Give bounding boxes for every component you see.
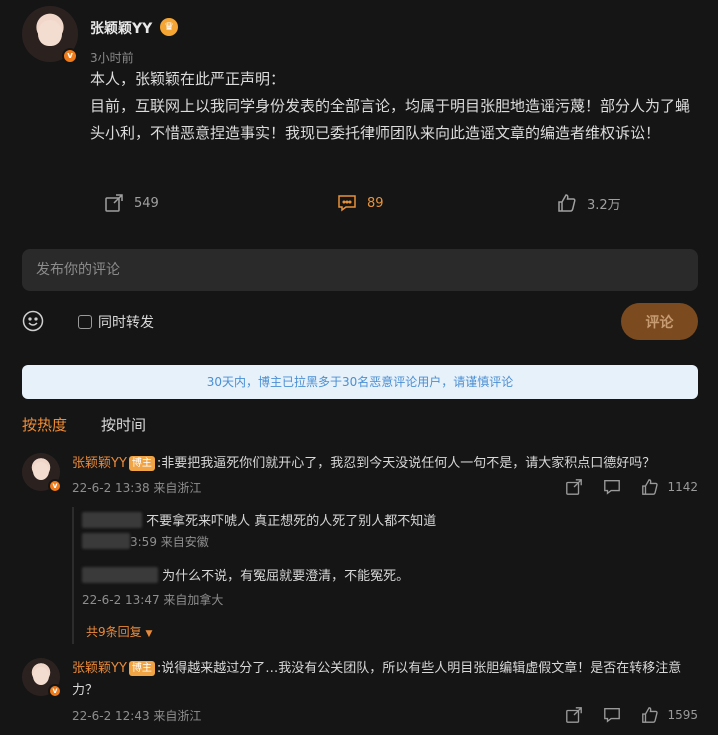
comment-text: 张颖颖YY 博主:非要把我逼死你们就开心了，我忍到今天没说任何人一句不是，请大家积… xyxy=(72,453,692,475)
comment-like-count: 1595 xyxy=(667,708,698,722)
blurred-date xyxy=(82,533,130,549)
reply-text: 不要拿死来吓唬人 真正想死的人死了别人都不知道 xyxy=(146,514,437,529)
crown-icon: ♛ xyxy=(160,18,178,36)
comment-icon[interactable] xyxy=(603,478,621,496)
share-icon xyxy=(105,194,123,212)
blurred-username xyxy=(82,512,142,528)
reply-meta-text: 3:59 来自安徽 xyxy=(130,535,209,549)
reply-meta: 22-6-2 13:47 来自加拿大 xyxy=(82,593,224,607)
forward-checkbox[interactable]: 同时转发 xyxy=(78,312,154,332)
comment-actions: 1595 xyxy=(565,706,698,724)
verified-badge-icon: v xyxy=(48,479,62,493)
share-icon[interactable] xyxy=(565,706,583,724)
post-header: v 张颖颖YY ♛ 3小时前 xyxy=(22,6,702,66)
tab-sort-time[interactable]: 按时间 xyxy=(101,414,146,435)
reply-thread: 不要拿死来吓唬人 真正想死的人死了别人都不知道 3:59 来自安徽 为什么不说，… xyxy=(72,507,698,644)
comment-item: v 张颖颖YY 博主:非要把我逼死你们就开心了，我忍到今天没说任何人一句不是，请大… xyxy=(22,453,698,505)
comment-meta: 22-6-2 12:43 来自浙江 xyxy=(72,709,202,723)
thumbs-up-icon xyxy=(642,707,659,723)
forward-label: 同时转发 xyxy=(98,315,154,331)
checkbox-box[interactable] xyxy=(78,315,92,329)
comment-like-button[interactable]: 1142 xyxy=(641,478,698,496)
chevron-down-icon: ▼ xyxy=(145,629,153,639)
post-text: 本人，张颖颖在此严正声明： 目前，互联网上以我同学身份发表的全部言论，均属于明目… xyxy=(90,66,700,147)
reply-meta: 3:59 来自安徽 xyxy=(82,533,209,550)
comment-input[interactable] xyxy=(22,249,698,291)
comment-item: v 张颖颖YY 博主:说得越来越过分了…我没有公关团队，所以有些人明目张胆编辑虚假… xyxy=(22,658,698,730)
like-button[interactable]: 3.2万 xyxy=(557,188,621,218)
tab-sort-hot[interactable]: 按热度 xyxy=(22,414,67,435)
post-text-lines: 本人，张颖颖在此严正声明： 目前，互联网上以我同学身份发表的全部言论，均属于明目… xyxy=(90,70,691,142)
comment-like-count: 1142 xyxy=(667,480,698,494)
comment-icon xyxy=(338,195,356,212)
post-time: 3小时前 xyxy=(90,51,134,65)
owner-badge: 博主 xyxy=(128,661,155,676)
reply-item: 为什么不说，有冤屈就要澄清，不能冤死。 xyxy=(82,565,409,584)
repost-count: 549 xyxy=(134,195,159,211)
reply-item: 不要拿死来吓唬人 真正想死的人死了别人都不知道 xyxy=(82,510,436,529)
post-actions: 549 89 3.2万 xyxy=(0,188,718,218)
repost-button[interactable]: 549 xyxy=(104,188,159,218)
share-icon[interactable] xyxy=(565,478,583,496)
sort-tabs: 按热度 按时间 xyxy=(22,414,146,435)
comment-icon[interactable] xyxy=(603,706,621,724)
comment-count: 89 xyxy=(367,195,384,211)
blurred-username xyxy=(82,567,158,583)
verified-badge-icon: v xyxy=(48,684,62,698)
submit-comment-button[interactable]: 评论 xyxy=(621,303,698,340)
notice-banner: 30天内，博主已拉黑多于30名恶意评论用户，请谨慎评论 xyxy=(22,365,698,399)
verified-badge-icon: v xyxy=(62,48,78,64)
reply-text: 为什么不说，有冤屈就要澄清，不能冤死。 xyxy=(162,569,410,584)
comment-content: :说得越来越过分了…我没有公关团队，所以有些人明目张胆编辑虚假文章！是否在转移注… xyxy=(72,661,682,698)
comment-content: :非要把我逼死你们就开心了，我忍到今天没说任何人一句不是，请大家积点口德好吗？ xyxy=(156,456,656,471)
owner-badge: 博主 xyxy=(128,456,155,471)
comment-input-box[interactable] xyxy=(22,249,698,291)
comment-actions: 1142 xyxy=(565,478,698,496)
more-replies-link[interactable]: 共9条回复 ▼ xyxy=(86,623,152,640)
emoji-icon[interactable] xyxy=(22,310,44,332)
more-replies-label: 共9条回复 xyxy=(86,625,142,639)
comment-user[interactable]: 张颖颖YY xyxy=(72,661,127,676)
author-name[interactable]: 张颖颖YY xyxy=(90,18,152,38)
comment-meta: 22-6-2 13:38 来自浙江 xyxy=(72,481,202,495)
comment-button[interactable]: 89 xyxy=(337,188,384,218)
comment-user[interactable]: 张颖颖YY xyxy=(72,456,127,471)
thumbs-up-icon xyxy=(558,194,576,212)
like-count: 3.2万 xyxy=(587,197,621,213)
thumbs-up-icon xyxy=(642,479,659,495)
comment-like-button[interactable]: 1595 xyxy=(641,706,698,724)
comment-text: 张颖颖YY 博主:说得越来越过分了…我没有公关团队，所以有些人明目张胆编辑虚假文章… xyxy=(72,658,692,702)
